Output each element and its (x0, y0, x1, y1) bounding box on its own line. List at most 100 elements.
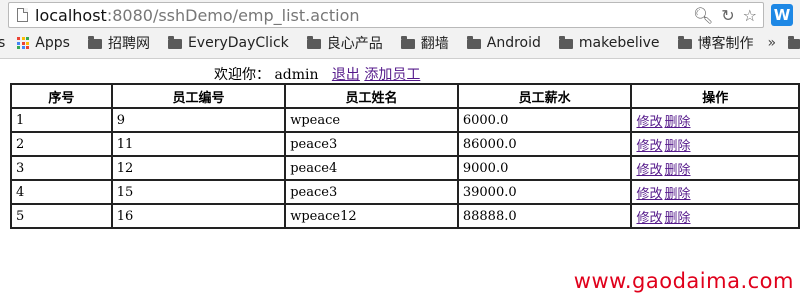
bookmark-apps[interactable]: Apps (17, 35, 70, 51)
header-actions: 操作 (630, 83, 800, 109)
bookmark-label: EveryDayClick (187, 35, 289, 51)
welcome-text: 欢迎你： (214, 67, 270, 83)
cell-emp-name: peace3 (284, 179, 459, 205)
bookmark-folder-zhaopin[interactable]: 招聘网 (87, 33, 150, 53)
edit-link[interactable]: 修改 (636, 211, 662, 226)
bookmark-label: 招聘网 (107, 36, 150, 52)
logout-link[interactable]: 退出 (332, 67, 360, 83)
bookmark-folder-everydayclick[interactable]: EveryDayClick (167, 35, 289, 51)
search-icon[interactable]: 🔍︎ (693, 5, 713, 27)
folder-icon-cut-off[interactable] (788, 36, 800, 49)
delete-link[interactable]: 删除 (664, 139, 690, 154)
table-row: 1 9 wpeace 6000.0 修改 删除 (10, 107, 800, 133)
cell-actions: 修改 删除 (630, 131, 800, 157)
header-emp-id: 员工编号 (110, 83, 287, 109)
folder-icon (87, 36, 102, 49)
bookmark-label: makebelive (578, 35, 660, 51)
url-text[interactable]: localhost:8080/sshDemo/emp_list.action (35, 6, 360, 26)
cell-seq: 5 (10, 203, 113, 229)
delete-link[interactable]: 删除 (664, 187, 690, 202)
cell-actions: 修改 删除 (630, 155, 800, 181)
table-row: 3 12 peace4 9000.0 修改 删除 (10, 155, 800, 181)
folder-icon (306, 36, 321, 49)
cell-emp-id: 16 (110, 203, 287, 229)
cell-emp-name: peace4 (284, 155, 459, 181)
cell-emp-name: wpeace (284, 107, 459, 133)
table-row: 4 15 peace3 39000.0 修改 删除 (10, 179, 800, 205)
bookmark-label: Apps (35, 35, 70, 51)
add-employee-link[interactable]: 添加员工 (364, 67, 420, 83)
cell-actions: 修改 删除 (630, 179, 800, 205)
folder-icon (400, 36, 415, 49)
bookmark-folder-fanqiang[interactable]: 翻墙 (400, 33, 449, 53)
cell-seq: 2 (10, 131, 113, 157)
bookmark-folder-liangxin[interactable]: 良心产品 (306, 33, 383, 53)
folder-icon (558, 36, 573, 49)
bookmark-cut-off[interactable]: s (0, 35, 5, 51)
header-emp-name: 员工姓名 (284, 83, 459, 109)
refresh-icon[interactable]: ↻ (721, 5, 734, 27)
apps-grid-dot (26, 46, 30, 49)
table-row: 5 16 wpeace12 88888.0 修改 删除 (10, 203, 800, 229)
cell-emp-salary: 9000.0 (456, 155, 633, 181)
bookmark-folder-android[interactable]: Android (466, 35, 541, 51)
apps-grid-icon (17, 37, 30, 49)
bookmark-label: 翻墙 (420, 36, 449, 52)
page-icon (17, 8, 28, 22)
folder-icon (677, 36, 692, 49)
browser-chrome: localhost:8080/sshDemo/emp_list.action 🔍… (0, 0, 800, 59)
bookmarks-overflow-chevron[interactable]: » (768, 35, 777, 51)
welcome-user: admin (274, 67, 319, 83)
delete-link[interactable]: 删除 (664, 115, 690, 130)
delete-link[interactable]: 删除 (664, 211, 690, 226)
edit-link[interactable]: 修改 (636, 187, 662, 202)
watermark-text: www.gaodaima.com (573, 269, 794, 293)
cell-emp-id: 11 (110, 131, 287, 157)
bookmark-folder-makebelive[interactable]: makebelive (558, 35, 660, 51)
bookmark-label: 博客制作 (697, 36, 754, 52)
header-seq: 序号 (10, 83, 113, 109)
cell-seq: 1 (10, 107, 113, 133)
apps-grid-dot (21, 46, 25, 49)
cell-emp-salary: 86000.0 (456, 131, 633, 157)
folder-icon (466, 36, 481, 49)
bookmark-label: Android (486, 35, 541, 51)
extension-w-icon[interactable]: W (771, 4, 793, 26)
apps-grid-dot (17, 37, 21, 40)
delete-link[interactable]: 删除 (664, 163, 690, 178)
employee-table: 序号 员工编号 员工姓名 员工薪水 操作 1 9 wpeace 6000.0 修… (10, 83, 800, 229)
url-host: localhost (35, 6, 107, 25)
url-path: :8080/sshDemo/emp_list.action (106, 6, 360, 25)
apps-grid-dot (17, 46, 21, 49)
cell-emp-id: 15 (110, 179, 287, 205)
edit-link[interactable]: 修改 (636, 115, 662, 130)
cell-emp-salary: 88888.0 (456, 203, 633, 229)
header-emp-salary: 员工薪水 (456, 83, 633, 109)
folder-icon (167, 36, 182, 49)
bookmark-folder-blog[interactable]: 博客制作 (677, 33, 754, 53)
cell-seq: 4 (10, 179, 113, 205)
bookmark-label: 良心产品 (326, 36, 383, 52)
edit-link[interactable]: 修改 (636, 163, 662, 178)
cell-actions: 修改 删除 (630, 203, 800, 229)
address-bar[interactable]: localhost:8080/sshDemo/emp_list.action 🔍… (8, 2, 764, 28)
cell-emp-name: peace3 (284, 131, 459, 157)
apps-grid-dot (26, 41, 30, 45)
cell-actions: 修改 删除 (630, 107, 800, 133)
apps-grid-dot (21, 41, 25, 45)
cell-seq: 3 (10, 155, 113, 181)
table-header-row: 序号 员工编号 员工姓名 员工薪水 操作 (10, 83, 800, 109)
cell-emp-id: 9 (110, 107, 287, 133)
cell-emp-id: 12 (110, 155, 287, 181)
apps-grid-dot (17, 41, 21, 45)
cell-emp-name: wpeace12 (284, 203, 459, 229)
welcome-bar: 欢迎你： admin 退出 添加员工 (214, 66, 420, 84)
star-icon[interactable]: ☆ (743, 5, 757, 27)
apps-grid-dot (21, 37, 25, 40)
cell-emp-salary: 6000.0 (456, 107, 633, 133)
table-row: 2 11 peace3 86000.0 修改 删除 (10, 131, 800, 157)
bookmarks-bar: s Apps 招聘网 EveryDayClick 良心产品 翻墙 Android… (0, 31, 800, 55)
edit-link[interactable]: 修改 (636, 139, 662, 154)
cell-emp-salary: 39000.0 (456, 179, 633, 205)
apps-grid-dot (26, 37, 30, 40)
